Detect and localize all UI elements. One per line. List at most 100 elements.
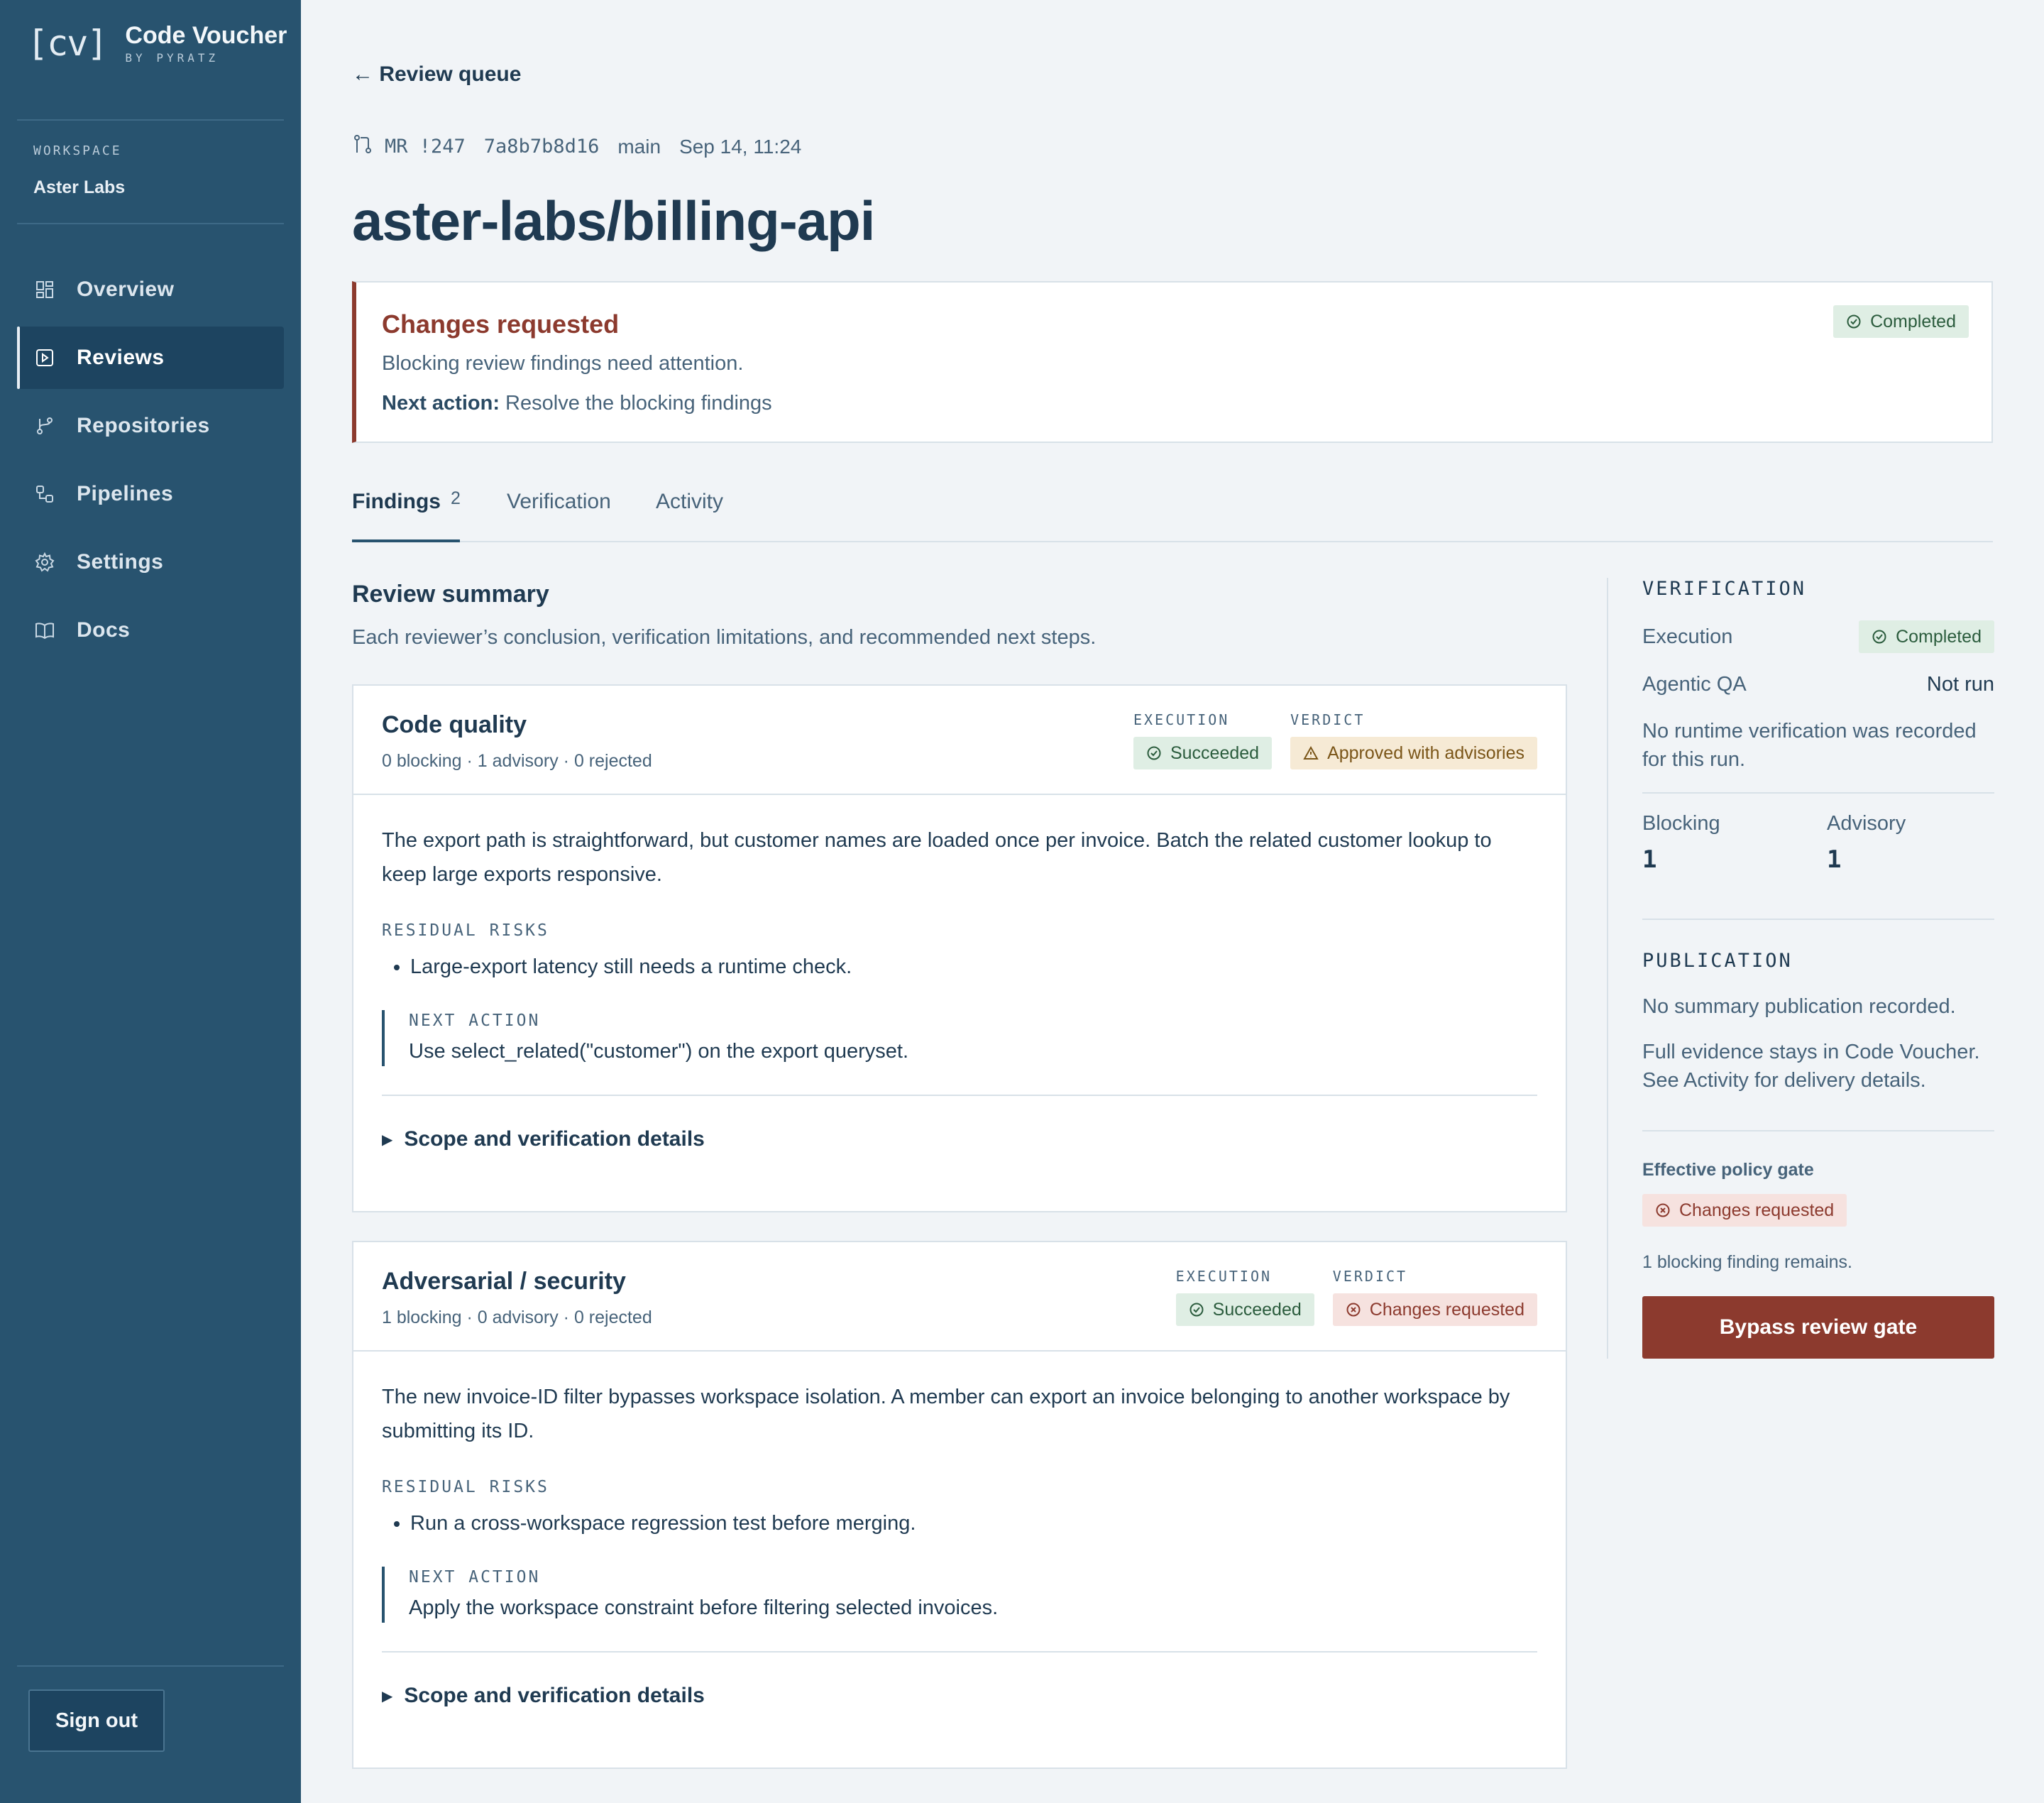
divider	[1642, 1130, 1994, 1131]
sidebar-item-label: Repositories	[77, 414, 210, 437]
back-to-review-queue-link[interactable]: ← Review queue	[352, 62, 521, 87]
policy-gate: Changes requested	[1642, 1194, 1994, 1227]
policy-gate-badge: Changes requested	[1642, 1194, 1847, 1227]
merge-request-meta: MR !247 7a8b7b8d16 main Sep 14, 11:24	[352, 133, 820, 160]
sidebar: [cv] Code Voucher BY PYRATZ WORKSPACE As…	[0, 0, 301, 1803]
finding-counts: 0 blocking · 1 advisory · 0 rejected	[382, 751, 652, 771]
next-action-text: Apply the workspace constraint before fi…	[409, 1596, 999, 1619]
list-item: Run a cross-workspace regression test be…	[410, 1512, 1537, 1535]
brand[interactable]: [cv] Code Voucher BY PYRATZ	[27, 21, 287, 65]
verification-note: No runtime verification was recorded for…	[1642, 720, 1977, 771]
reviewer-title: Adversarial / security	[382, 1268, 626, 1295]
sidebar-item-label: Reviews	[77, 346, 165, 369]
next-action-block: NEXT ACTION Use select_related("customer…	[382, 1010, 1537, 1066]
scope-details-toggle[interactable]: ▶ Scope and verification details	[382, 1684, 1537, 1708]
divider	[382, 1095, 1537, 1096]
execution-label: EXECUTION	[1133, 711, 1230, 728]
residual-risks-list: Large-export latency still needs a runti…	[382, 955, 1537, 979]
tab-label: Activity	[656, 490, 724, 513]
reviewer-status: EXECUTION Succeeded VERDICT Approved wit…	[1115, 711, 1537, 769]
review-status-card: Changes requested Blocking review findin…	[352, 281, 1993, 443]
scope-details-toggle[interactable]: ▶ Scope and verification details	[382, 1127, 1537, 1151]
brand-logo: [cv]	[27, 22, 108, 64]
verdict-badge-label: Approved with advisories	[1327, 742, 1524, 763]
tab-bar: Findings 2 Verification Activity	[352, 488, 1993, 542]
finding-counts: 1 blocking · 0 advisory · 0 rejected	[382, 1308, 652, 1327]
tab-verification[interactable]: Verification	[507, 490, 611, 542]
workspace-name[interactable]: Aster Labs	[33, 177, 125, 198]
gear-icon	[34, 552, 55, 573]
divider	[1642, 919, 1994, 920]
branch-icon	[34, 415, 55, 437]
reviewer-card-header: Adversarial / security 1 blocking · 0 ad…	[353, 1242, 1566, 1352]
sidebar-nav: Overview Reviews Repositories Pipelines …	[17, 258, 284, 667]
caret-right-icon: ▶	[382, 1688, 393, 1704]
execution-status-badge: Completed	[1859, 620, 1994, 653]
execution-label: Execution	[1642, 625, 1733, 648]
sidebar-item-pipelines[interactable]: Pipelines	[17, 463, 284, 525]
merge-request-icon	[352, 133, 373, 160]
reviewer-card-code-quality: Code quality 0 blocking · 1 advisory · 0…	[352, 684, 1567, 1212]
execution-badge-label: Succeeded	[1212, 1299, 1302, 1320]
blocking-value: 1	[1642, 845, 1657, 874]
reviewer-card-body: The export path is straightforward, but …	[353, 795, 1566, 1151]
divider	[1642, 792, 1994, 794]
execution-label: EXECUTION	[1175, 1268, 1273, 1285]
agentic-qa-label: Agentic QA	[1642, 673, 1747, 696]
execution-badge: Succeeded	[1133, 737, 1273, 769]
execution-status-label: Completed	[1896, 626, 1982, 647]
commit-sha[interactable]: 7a8b7b8d16	[484, 136, 600, 158]
verification-panel: VERIFICATION Execution Completed Agentic…	[1607, 578, 1994, 1359]
sidebar-item-repositories[interactable]: Repositories	[17, 395, 284, 457]
reviewer-conclusion: The new invoice-ID filter bypasses works…	[382, 1386, 1510, 1442]
sidebar-divider	[17, 223, 284, 224]
tab-label: Verification	[507, 490, 611, 513]
sign-out-button[interactable]: Sign out	[28, 1689, 165, 1752]
advisory-label: Advisory	[1827, 812, 1906, 835]
warning-triangle-icon	[1303, 745, 1319, 760]
next-action-label: NEXT ACTION	[409, 1568, 541, 1586]
verdict-badge-label: Changes requested	[1369, 1299, 1524, 1320]
reviewer-card-header: Code quality 0 blocking · 1 advisory · 0…	[353, 686, 1566, 795]
execution-row: Execution Completed	[1642, 620, 1994, 653]
x-circle-icon	[1346, 1303, 1361, 1317]
verdict-badge: Approved with advisories	[1290, 737, 1537, 769]
branch-name: main	[617, 135, 661, 158]
sidebar-item-label: Docs	[77, 618, 131, 642]
status-description: Blocking review findings need attention.	[382, 352, 744, 375]
review-date: Sep 14, 11:24	[679, 135, 802, 158]
x-circle-icon	[1656, 1203, 1670, 1217]
reviewer-card-adversarial-security: Adversarial / security 1 blocking · 0 ad…	[352, 1241, 1567, 1769]
bypass-wrap: Bypass review gate	[1642, 1296, 1994, 1359]
sidebar-item-reviews[interactable]: Reviews	[17, 327, 284, 389]
merge-request-id[interactable]: MR !247	[385, 136, 466, 158]
sidebar-item-settings[interactable]: Settings	[17, 531, 284, 593]
bypass-review-gate-button[interactable]: Bypass review gate	[1642, 1296, 1994, 1359]
brand-subtitle: BY PYRATZ	[125, 51, 219, 65]
status-title: Changes requested	[382, 309, 620, 339]
scope-details-label: Scope and verification details	[404, 1684, 705, 1707]
tab-label: Findings	[352, 490, 441, 513]
verification-heading: VERIFICATION	[1642, 578, 1807, 600]
sidebar-item-label: Overview	[77, 278, 175, 301]
sidebar-divider	[17, 119, 284, 121]
book-icon	[34, 620, 55, 641]
sidebar-item-docs[interactable]: Docs	[17, 599, 284, 662]
tab-findings[interactable]: Findings 2	[352, 488, 461, 542]
pipeline-icon	[34, 483, 55, 505]
tab-activity[interactable]: Activity	[656, 490, 723, 542]
status-badge-label: Completed	[1870, 311, 1956, 331]
sidebar-item-label: Settings	[77, 550, 164, 574]
blocking-remaining: 1 blocking finding remains.	[1642, 1252, 1852, 1272]
sidebar-item-overview[interactable]: Overview	[17, 258, 284, 321]
check-circle-icon	[1872, 630, 1886, 644]
reviewer-title: Code quality	[382, 711, 527, 738]
next-action-value: Resolve the blocking findings	[505, 392, 772, 415]
policy-gate-label: Effective policy gate	[1642, 1160, 1814, 1180]
verdict-label: VERDICT	[1332, 1268, 1408, 1285]
workspace-label: WORKSPACE	[33, 143, 122, 158]
next-action-label: NEXT ACTION	[409, 1012, 541, 1030]
verdict-badge: Changes requested	[1332, 1293, 1537, 1326]
publication-heading: PUBLICATION	[1642, 950, 1793, 972]
publication-evidence-note: Full evidence stays in Code Voucher. See…	[1642, 1041, 1980, 1092]
